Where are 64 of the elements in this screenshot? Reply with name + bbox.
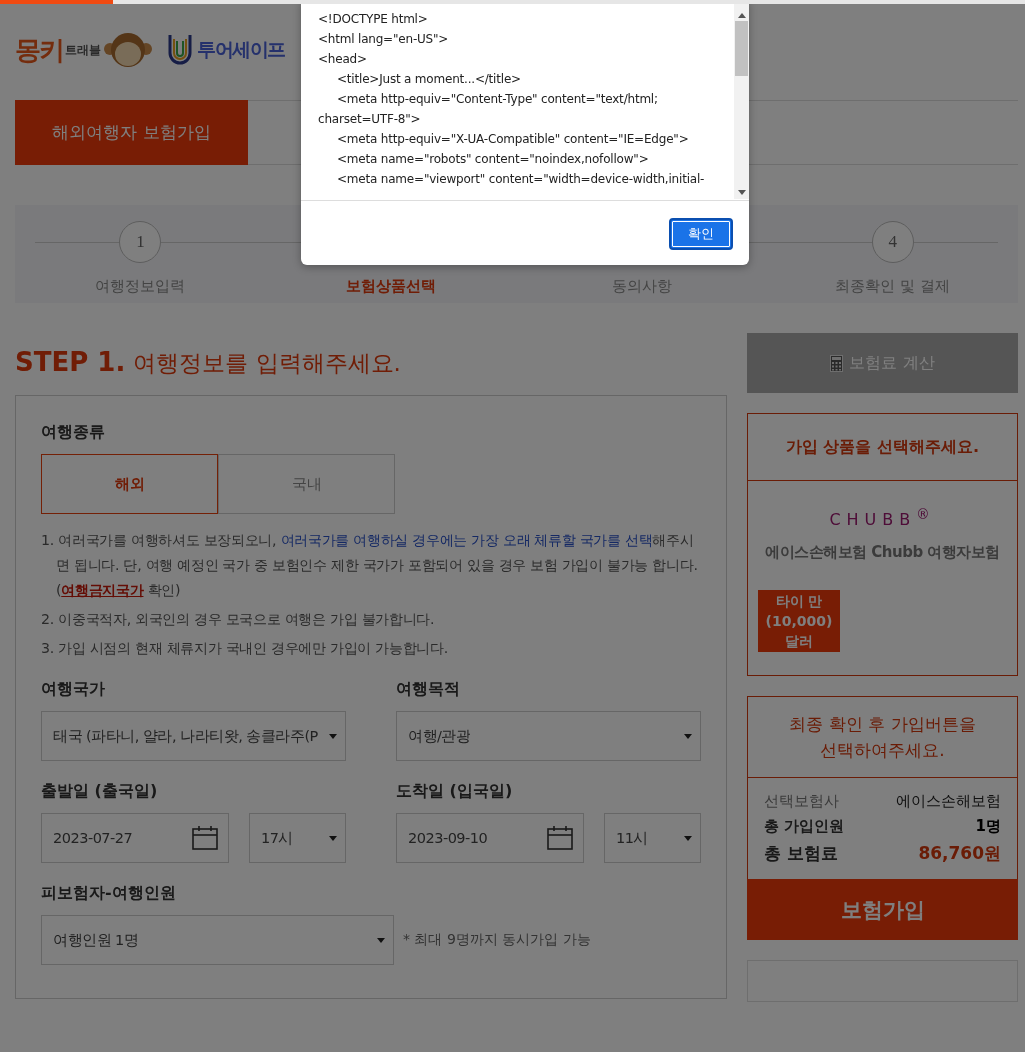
code-line: <html lang="en-US">	[318, 31, 450, 48]
field-label: 출발일 (출국일)	[41, 781, 159, 802]
field-label: 피보험자-여행인원	[41, 883, 177, 904]
logo-text: 몽키	[15, 33, 63, 67]
code-line: <meta name="viewport" content="width=device-width,initial-	[336, 171, 706, 188]
code-line: <meta http-equiv="X-UA-Compatible" content="IE=Edge">	[336, 131, 690, 148]
note-text: 1. 여러국가를 여행하셔도 보장되오니, 여러국가를 여행하실 경우에는 가장 오래 체류할 국가를 선택해주시면 됩니다. 단, 여행 예정인 국가 중 보험인수 제한 국가가 포함되어 있을 경우 보험 가입이 불가능 합니다. (여행금지국가 확인)	[41, 531, 699, 600]
calendar-icon	[192, 826, 218, 850]
scroll-down-icon[interactable]	[737, 190, 746, 195]
summary-value: 에이스손해보험	[896, 792, 1001, 811]
code-line: <meta name="robots" content="noindex,nofollow">	[336, 151, 650, 168]
brand-logo: CHUBB$^{®}$	[829, 507, 936, 530]
card-title: 가입 상품을 선택해주세요.	[748, 414, 1017, 481]
banned-countries-link[interactable]: 여행금지국가	[61, 582, 144, 598]
code-line: <!DOCTYPE html>	[318, 11, 429, 28]
logo-text: 투어세이프	[197, 37, 285, 62]
caret-icon	[329, 836, 337, 841]
code-line: <meta http-equiv="Content-Type" content="text/html; charset=UTF-8">	[318, 91, 659, 128]
summary-value: 1명	[975, 817, 1001, 836]
select-field[interactable]: 여행/관광	[396, 711, 701, 761]
select-field[interactable]: 17시	[249, 813, 346, 863]
trip-type-option[interactable]: 해외	[41, 454, 218, 514]
caret-icon	[329, 734, 337, 739]
calendar-icon	[547, 826, 573, 850]
destination-tag: 타이 만 (10,000)달러	[758, 590, 840, 653]
code-line: <title>Just a moment...</title>	[336, 71, 522, 88]
join-button[interactable]: 보험가입	[747, 879, 1018, 940]
caret-icon	[684, 836, 692, 841]
caret-icon	[377, 938, 385, 943]
date-field[interactable]: 2023-09-10	[396, 813, 584, 863]
tab[interactable]: 해외여행자 보험가입	[15, 100, 248, 165]
date-field[interactable]: 2023-07-27	[41, 813, 229, 863]
caret-icon	[684, 734, 692, 739]
calculator-icon	[830, 354, 844, 372]
field-label: 여행목적	[396, 679, 461, 700]
step-label: 보험상품선택	[346, 277, 437, 296]
step-label: 여행정보입력	[95, 277, 186, 296]
select-field[interactable]: 여행인원 1명	[41, 915, 394, 965]
select-field[interactable]: 11시	[604, 813, 701, 863]
trip-type-option[interactable]: 국내	[218, 454, 395, 514]
ok-button[interactable]: 확인	[669, 218, 733, 250]
summary-label: 총 가입인원	[764, 817, 845, 836]
code-line: <head>	[318, 51, 368, 68]
scrollbar-thumb[interactable]	[735, 21, 748, 76]
field-label: 여행국가	[41, 679, 106, 700]
summary-value: 86,760원	[918, 842, 1001, 865]
summary-label: 선택보험사	[764, 792, 839, 811]
select-field[interactable]: 태국 (파타니, 얄라, 나라티왓, 송클라주(P	[41, 711, 346, 761]
product-name: 에이스손해보험 Chubb 여행자보험	[765, 543, 1000, 563]
step-number: STEP 1.	[15, 347, 126, 377]
step-label: 동의사항	[611, 277, 672, 296]
summary-label: 총 보험료	[764, 842, 838, 865]
field-label: 도착일 (입국일)	[396, 781, 514, 802]
field-label: 여행종류	[41, 422, 106, 443]
logo-text: 트래블	[65, 41, 101, 59]
hint-text: * 최대 9명까지 동시가입 가능	[403, 931, 591, 949]
note-text: 2. 이중국적자, 외국인의 경우 모국으로 여행은 가입 불가합니다.	[41, 610, 436, 629]
card-title: 최종 확인 후 가입버튼을 선택하여주세요.	[748, 697, 1017, 778]
section-title: 여행정보를 입력해주세요.	[133, 349, 401, 378]
step-number: 4	[871, 221, 914, 263]
step-number: 1	[119, 221, 162, 263]
monkey-icon	[103, 31, 153, 69]
u-rainbow-icon	[167, 33, 193, 67]
note-text: 3. 가입 시점의 현재 체류지가 국내인 경우에만 가입이 가능합니다.	[41, 639, 450, 658]
